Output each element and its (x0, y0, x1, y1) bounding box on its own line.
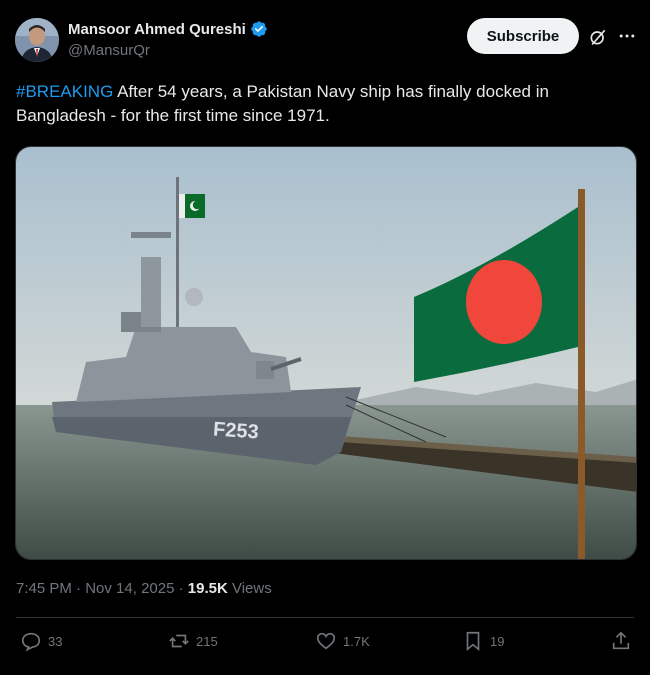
author-handle[interactable]: @MansurQr (68, 42, 150, 59)
avatar-image (15, 18, 59, 62)
author-name-row[interactable]: Mansoor Ahmed Qureshi (68, 20, 268, 38)
bookmark-icon (466, 631, 480, 652)
share-icon (612, 631, 630, 650)
like-button[interactable]: 1.7K (315, 630, 370, 652)
reply-count: 33 (48, 633, 63, 649)
reply-button[interactable]: 33 (20, 630, 62, 652)
post-meta: 7:45 PM · Nov 14, 2025 · 19.5K Views (16, 580, 272, 597)
repost-button[interactable]: 215 (168, 630, 218, 652)
post-text: #BREAKING After 54 years, a Pakistan Nav… (16, 80, 636, 128)
reply-icon (21, 632, 41, 652)
views-label: Views (227, 580, 272, 597)
heart-icon (316, 632, 336, 650)
repost-count: 215 (196, 633, 218, 649)
share-button[interactable] (610, 630, 632, 652)
grok-icon[interactable] (588, 27, 608, 47)
meta-separator-2: · (174, 580, 188, 597)
divider (16, 617, 634, 618)
more-options-icon[interactable] (616, 26, 638, 46)
bookmark-button[interactable]: 19 (462, 630, 504, 652)
ship-photo: F253 (16, 147, 636, 559)
ship-marking: F253 (212, 418, 259, 443)
post-image[interactable]: F253 (15, 146, 637, 560)
action-bar: 33 215 1.7K 19 (0, 630, 650, 660)
post-time[interactable]: 7:45 PM (16, 580, 72, 597)
meta-separator: · (71, 580, 86, 597)
repost-icon (169, 634, 189, 648)
verified-badge-icon (251, 21, 267, 37)
post-date[interactable]: Nov 14, 2025 (85, 580, 174, 597)
subscribe-button[interactable]: Subscribe (467, 18, 579, 54)
bookmark-count: 19 (490, 633, 505, 649)
views-count: 19.5K (187, 580, 228, 597)
author-name[interactable]: Mansoor Ahmed Qureshi (68, 21, 246, 38)
avatar[interactable] (15, 18, 59, 62)
hashtag-link[interactable]: #BREAKING (16, 82, 113, 101)
like-count: 1.7K (343, 633, 370, 649)
